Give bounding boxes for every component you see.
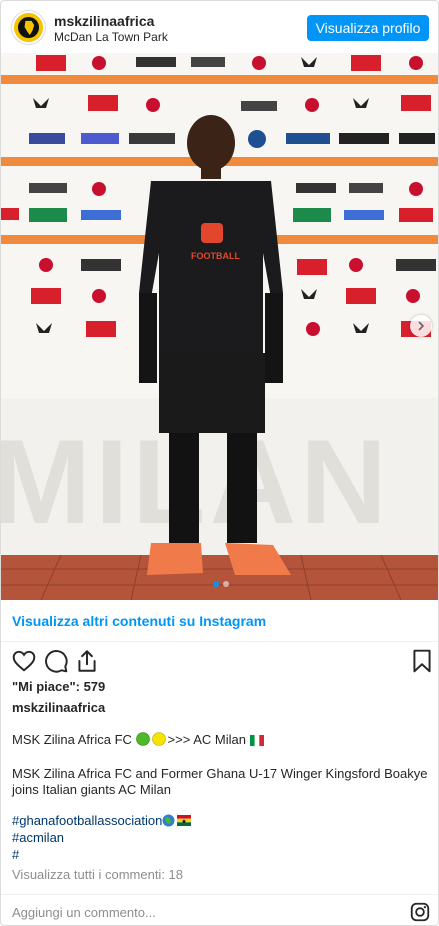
caption-line-1: MSK Zilina Africa FC >>> AC Milan [12, 732, 264, 748]
hashtag-text[interactable]: #ghanafootballassociation [12, 813, 162, 828]
zilina-africa-logo-icon [14, 13, 43, 42]
carousel-dot[interactable] [222, 581, 229, 587]
view-more-link[interactable]: Visualizza altri contenuti su Instagram [12, 613, 266, 629]
caption-paragraph: MSK Zilina Africa FC and Former Ghana U-… [12, 766, 428, 797]
add-comment-input[interactable]: Aggiungi un commento... [12, 905, 156, 920]
photo-image: MILAN [1, 53, 438, 600]
hashtag-link[interactable]: # [12, 847, 19, 862]
next-slide-button[interactable] [410, 315, 432, 337]
add-comment-bar: Aggiungi un commento... [1, 894, 438, 925]
instagram-embed-card: mskzilinaafrica McDan La Town Park Visua… [0, 0, 439, 926]
account-name[interactable]: mskzilinaafrica [54, 13, 154, 29]
likes-count[interactable]: "Mi piace": 579 [12, 679, 105, 694]
italy-flag-icon [249, 735, 264, 746]
view-profile-button[interactable]: Visualizza profilo [307, 15, 429, 41]
account-avatar[interactable] [12, 11, 45, 44]
post-location[interactable]: McDan La Town Park [54, 30, 168, 44]
caption-username[interactable]: mskzilinaafrica [12, 700, 105, 715]
comment-icon[interactable] [43, 648, 69, 674]
view-all-comments-link[interactable]: Visualizza tutti i commenti: 18 [12, 867, 183, 882]
shirt-text: FOOTBALL [191, 251, 240, 261]
view-more-bar: Visualizza altri contenuti su Instagram [1, 600, 438, 642]
post-photo[interactable]: MILAN [1, 53, 438, 600]
bookmark-icon[interactable] [409, 648, 435, 674]
hashtag-link[interactable]: #ghanafootballassociation [12, 813, 192, 828]
carousel-dots [1, 581, 438, 587]
hashtag-link[interactable]: #acmilan [12, 830, 64, 845]
instagram-logo-icon[interactable] [409, 901, 431, 923]
caption-line-1-end: >>> AC Milan [167, 732, 250, 747]
carousel-dot[interactable] [212, 581, 219, 587]
chevron-right-icon [418, 321, 425, 331]
globe-ghana-flag-icon [162, 814, 192, 827]
share-icon[interactable] [74, 648, 100, 674]
action-bar [1, 642, 438, 678]
caption-line-1-start: MSK Zilina Africa FC [12, 732, 136, 747]
post-header: mskzilinaafrica McDan La Town Park Visua… [1, 1, 438, 53]
green-yellow-circles-icon [135, 732, 166, 746]
heart-icon[interactable] [11, 648, 37, 674]
